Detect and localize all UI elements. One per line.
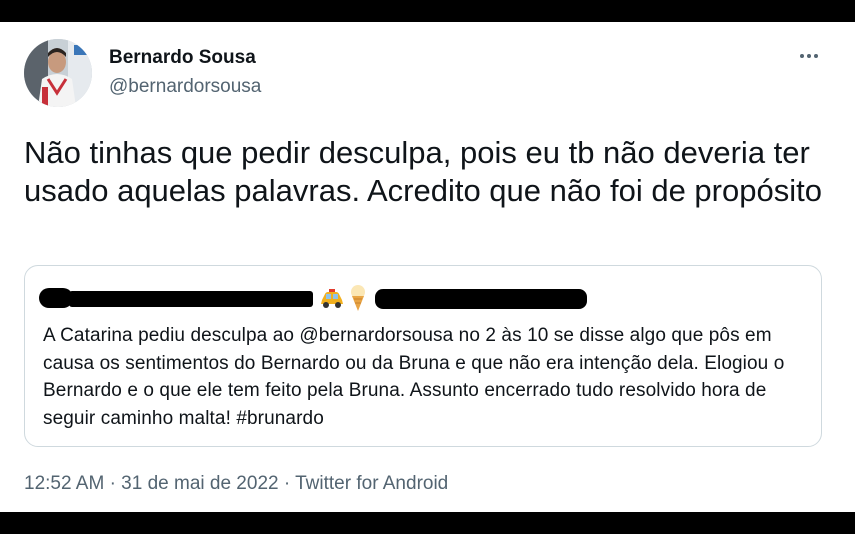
author-name[interactable]: Bernardo Sousa xyxy=(109,47,256,69)
ice-cream-emoji-icon xyxy=(351,285,365,311)
redacted-avatar xyxy=(39,288,73,308)
taxi-emoji-icon xyxy=(321,289,343,308)
separator: · xyxy=(109,473,116,494)
redacted-author-name xyxy=(69,291,313,307)
more-options-button[interactable] xyxy=(794,44,824,68)
quoted-tweet[interactable]: A Catarina pediu desculpa ao @bernardors… xyxy=(24,265,822,447)
tweet-date-link[interactable]: 31 de mai de 2022 xyxy=(121,473,278,494)
avatar-photo xyxy=(24,39,92,107)
more-dot-icon xyxy=(814,54,818,58)
quoted-tweet-header xyxy=(39,282,599,312)
tweet-text: Não tinhas que pedir desculpa, pois eu t… xyxy=(24,135,822,208)
more-dot-icon xyxy=(807,54,811,58)
tweet-card: Bernardo Sousa @bernardorsousa Não tinha… xyxy=(0,22,855,512)
quoted-tweet-text: A Catarina pediu desculpa ao @bernardors… xyxy=(43,325,785,429)
redacted-author-handle xyxy=(375,289,587,309)
more-dot-icon xyxy=(800,54,804,58)
author-handle[interactable]: @bernardorsousa xyxy=(109,76,261,98)
avatar[interactable] xyxy=(24,39,92,107)
tweet-metadata: 12:52 AM · 31 de mai de 2022 · Twitter f… xyxy=(24,473,448,495)
separator: · xyxy=(283,473,291,494)
tweet-time-link[interactable]: 12:52 AM xyxy=(24,473,104,494)
tweet-source: Twitter for Android xyxy=(295,473,449,494)
